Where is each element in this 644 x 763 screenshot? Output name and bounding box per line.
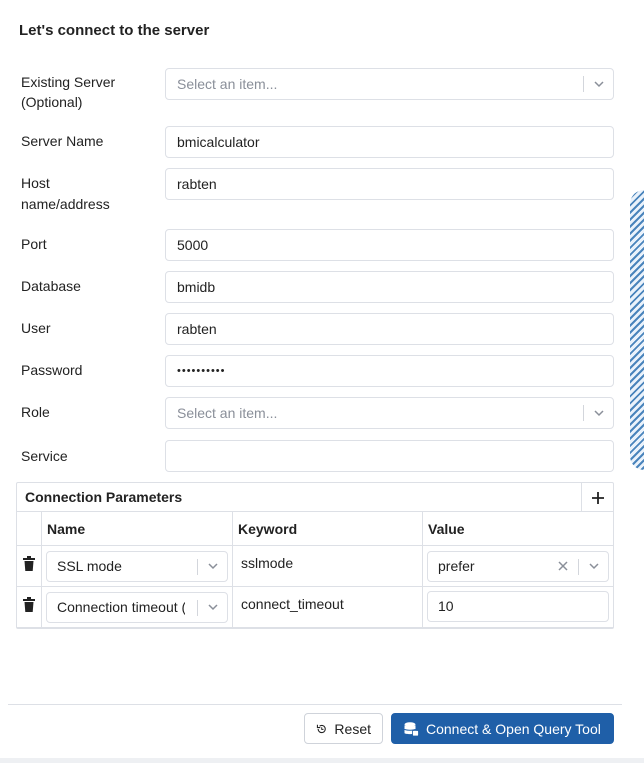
table-cell-value: prefer xyxy=(423,546,613,587)
service-label: Service xyxy=(21,448,68,464)
trash-icon[interactable] xyxy=(23,556,35,572)
role-row: Role Select an item... xyxy=(21,397,621,429)
select-separator xyxy=(197,600,198,616)
port-row: Port 5000 xyxy=(21,229,621,261)
user-input[interactable]: rabten xyxy=(165,313,614,345)
database-input[interactable]: bmidb xyxy=(165,271,614,303)
port-input[interactable]: 5000 xyxy=(165,229,614,261)
select-separator xyxy=(583,405,584,421)
database-label: Database xyxy=(21,278,81,294)
reset-button[interactable]: Reset xyxy=(304,713,383,744)
service-row: Service xyxy=(21,440,621,472)
database-icon xyxy=(404,721,419,736)
service-input[interactable] xyxy=(165,440,614,472)
connect-open-query-tool-button[interactable]: Connect & Open Query Tool xyxy=(391,713,614,744)
chevron-down-icon[interactable] xyxy=(207,601,219,613)
password-row: Password •••••••••• xyxy=(21,355,621,387)
chevron-down-icon[interactable] xyxy=(207,560,219,572)
user-row: User rabten xyxy=(21,313,621,345)
chevron-down-icon[interactable] xyxy=(588,560,600,572)
clear-icon[interactable] xyxy=(556,559,570,573)
parameter-value-select[interactable]: prefer xyxy=(427,551,609,582)
connect-server-dialog: Let's connect to the server Existing Ser… xyxy=(8,0,630,763)
column-header-name: Name xyxy=(42,512,233,546)
connection-parameters-header: Connection Parameters xyxy=(17,483,613,512)
footer-divider xyxy=(8,704,622,705)
reset-icon xyxy=(316,724,326,733)
host-label: Host name/address xyxy=(21,175,110,212)
host-row: Host name/address rabten xyxy=(21,168,621,212)
select-separator xyxy=(197,559,198,575)
parameter-name-value: Connection timeout ( xyxy=(57,599,185,615)
parameter-value-input[interactable]: 10 xyxy=(427,591,609,622)
role-label: Role xyxy=(21,404,50,420)
parameter-name-value: SSL mode xyxy=(57,558,122,574)
existing-server-placeholder: Select an item... xyxy=(177,76,278,92)
table-row-actions xyxy=(17,587,42,628)
chevron-down-icon[interactable] xyxy=(593,407,605,419)
port-label: Port xyxy=(21,236,47,252)
server-name-label: Server Name xyxy=(21,133,104,149)
password-input[interactable]: •••••••••• xyxy=(165,355,614,387)
existing-server-row: Existing Server (Optional) Select an ite… xyxy=(21,68,621,110)
table-cell-value: 10 xyxy=(423,587,613,628)
connection-parameters-panel: Connection Parameters Name Keyword Value… xyxy=(16,482,614,629)
role-select[interactable]: Select an item... xyxy=(165,397,614,429)
column-header-value: Value xyxy=(423,512,613,546)
table-cell-keyword: sslmode xyxy=(233,546,423,587)
table-cell-name: SSL mode xyxy=(42,546,233,587)
select-separator xyxy=(578,559,579,575)
parameter-value: prefer xyxy=(438,558,475,574)
connection-parameters-title: Connection Parameters xyxy=(25,489,183,505)
select-separator xyxy=(583,76,584,92)
user-label: User xyxy=(21,320,51,336)
table-header-actions xyxy=(17,512,42,546)
plus-icon xyxy=(591,491,604,504)
bottom-bar xyxy=(0,758,644,763)
existing-server-label: Existing Server (Optional) xyxy=(21,74,116,110)
host-input[interactable]: rabten xyxy=(165,168,614,200)
password-label: Password xyxy=(21,362,83,378)
dialog-title: Let's connect to the server xyxy=(19,22,210,39)
table-row-actions xyxy=(17,546,42,587)
reset-button-label: Reset xyxy=(334,720,371,737)
server-name-row: Server Name bmicalculator xyxy=(21,126,621,158)
parameter-keyword: sslmode xyxy=(241,555,294,571)
parameter-keyword: connect_timeout xyxy=(241,596,344,612)
connect-button-label: Connect & Open Query Tool xyxy=(426,720,601,737)
column-header-keyword: Keyword xyxy=(233,512,423,546)
add-parameter-button[interactable] xyxy=(581,483,613,512)
parameter-name-select[interactable]: Connection timeout ( xyxy=(46,592,228,623)
table-cell-keyword: connect_timeout xyxy=(233,587,423,628)
existing-server-select[interactable]: Select an item... xyxy=(165,68,614,100)
table-cell-name: Connection timeout ( xyxy=(42,587,233,628)
trash-icon[interactable] xyxy=(23,597,35,613)
parameter-name-select[interactable]: SSL mode xyxy=(46,551,228,582)
background-decoration xyxy=(630,190,644,470)
chevron-down-icon[interactable] xyxy=(593,78,605,90)
role-placeholder: Select an item... xyxy=(177,405,278,421)
server-name-input[interactable]: bmicalculator xyxy=(165,126,614,158)
database-row: Database bmidb xyxy=(21,271,621,303)
